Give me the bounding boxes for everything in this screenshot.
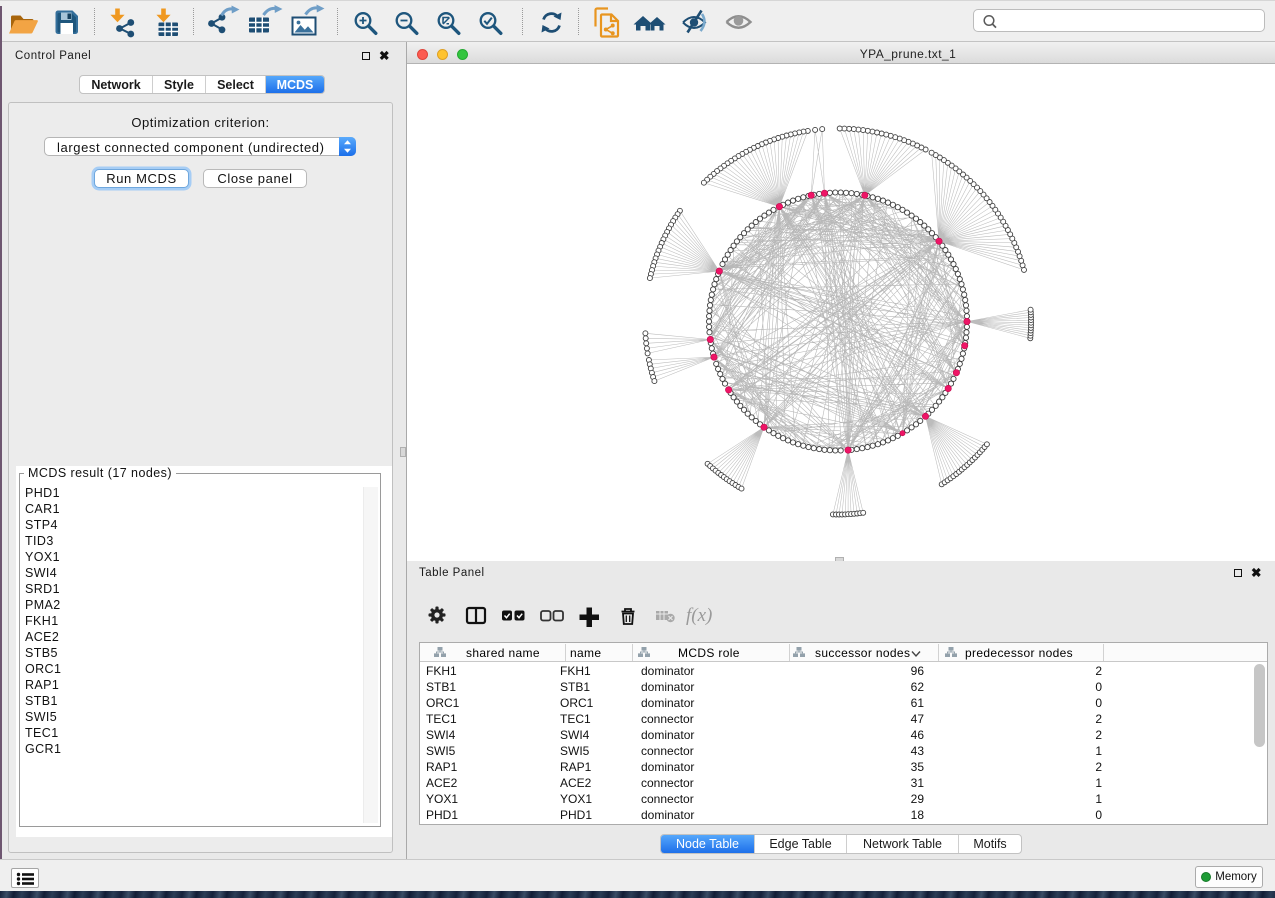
svg-text:f(x): f(x): [686, 605, 712, 626]
